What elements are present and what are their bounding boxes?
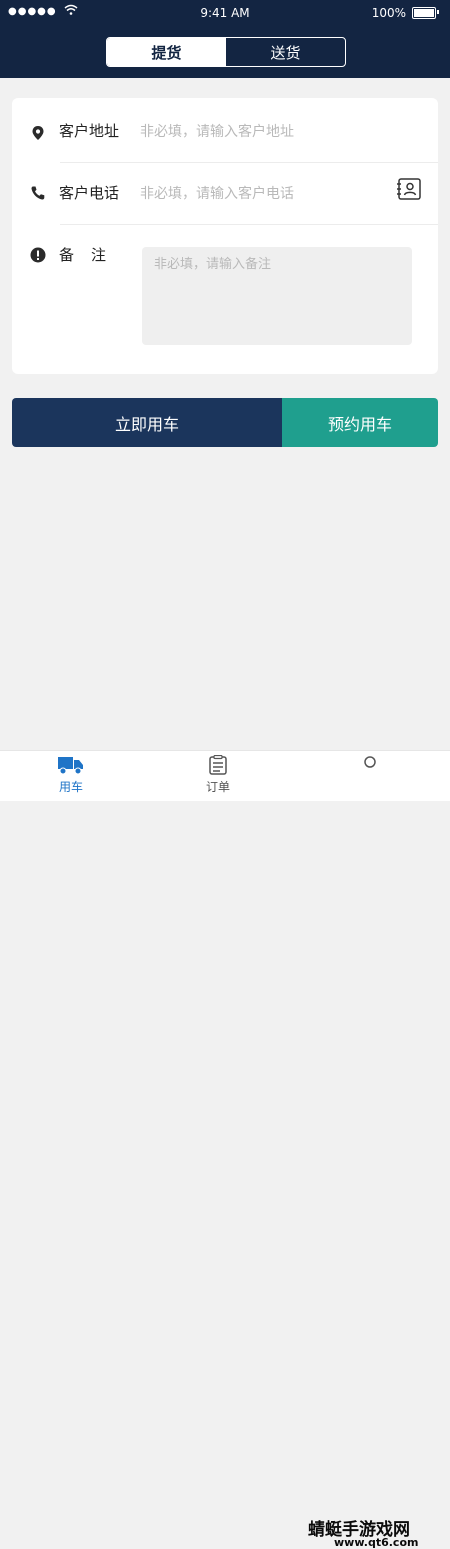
app-header: ●●●●● 9:41 AM 100% 提货 送货 (0, 0, 450, 78)
status-bar: ●●●●● 9:41 AM 100% (0, 0, 450, 26)
location-pin-icon (30, 125, 46, 141)
contact-book-icon[interactable] (396, 178, 422, 200)
phone-label: 客户电话 (59, 184, 120, 202)
bottom-tab-bar: 用车 订单 蜻蜓手游戏网 www.qt6.com (0, 750, 450, 1549)
battery-icon (412, 7, 436, 19)
use-now-button[interactable]: 立即用车 (12, 398, 282, 447)
watermark: 蜻蜓手游戏网 www.qt6.com (308, 1515, 448, 1549)
segment-pickup[interactable]: 提货 (107, 38, 226, 66)
tab-profile[interactable] (340, 755, 400, 778)
user-icon (359, 756, 381, 778)
book-button[interactable]: 预约用车 (282, 398, 438, 447)
address-label: 客户地址 (59, 122, 120, 140)
tab-label: 用车 (58, 780, 83, 794)
action-buttons: 立即用车 预约用车 (12, 398, 438, 447)
note-label: 备 注 (59, 246, 108, 264)
tab-use-car[interactable]: 用车 (41, 755, 101, 795)
alert-info-icon (30, 247, 46, 263)
row-divider (60, 162, 438, 163)
truck-icon (57, 757, 85, 778)
address-row[interactable]: 客户地址 非必填，请输入客户地址 (12, 108, 438, 164)
note-row: 备 注 非必填，请输入备注 (12, 234, 438, 354)
phone-row[interactable]: 客户电话 非必填，请输入客户电话 (12, 166, 438, 222)
watermark-url: www.qt6.com (334, 1536, 419, 1549)
tab-orders[interactable]: 订单 (188, 754, 248, 795)
note-textarea[interactable]: 非必填，请输入备注 (142, 247, 412, 345)
segment-delivery[interactable]: 送货 (226, 38, 345, 66)
row-divider (60, 224, 438, 225)
phone-icon (30, 185, 46, 201)
address-input[interactable]: 非必填，请输入客户地址 (140, 121, 294, 141)
delivery-mode-segment: 提货 送货 (106, 37, 346, 67)
tab-label: 订单 (205, 780, 230, 794)
battery-tip (437, 10, 439, 14)
order-form-card: 客户地址 非必填，请输入客户地址 客户电话 非必填，请输入客户电话 备 注 非必… (12, 98, 438, 374)
phone-input[interactable]: 非必填，请输入客户电话 (140, 183, 294, 203)
battery-percent: 100% (371, 6, 406, 20)
list-icon (207, 754, 229, 778)
